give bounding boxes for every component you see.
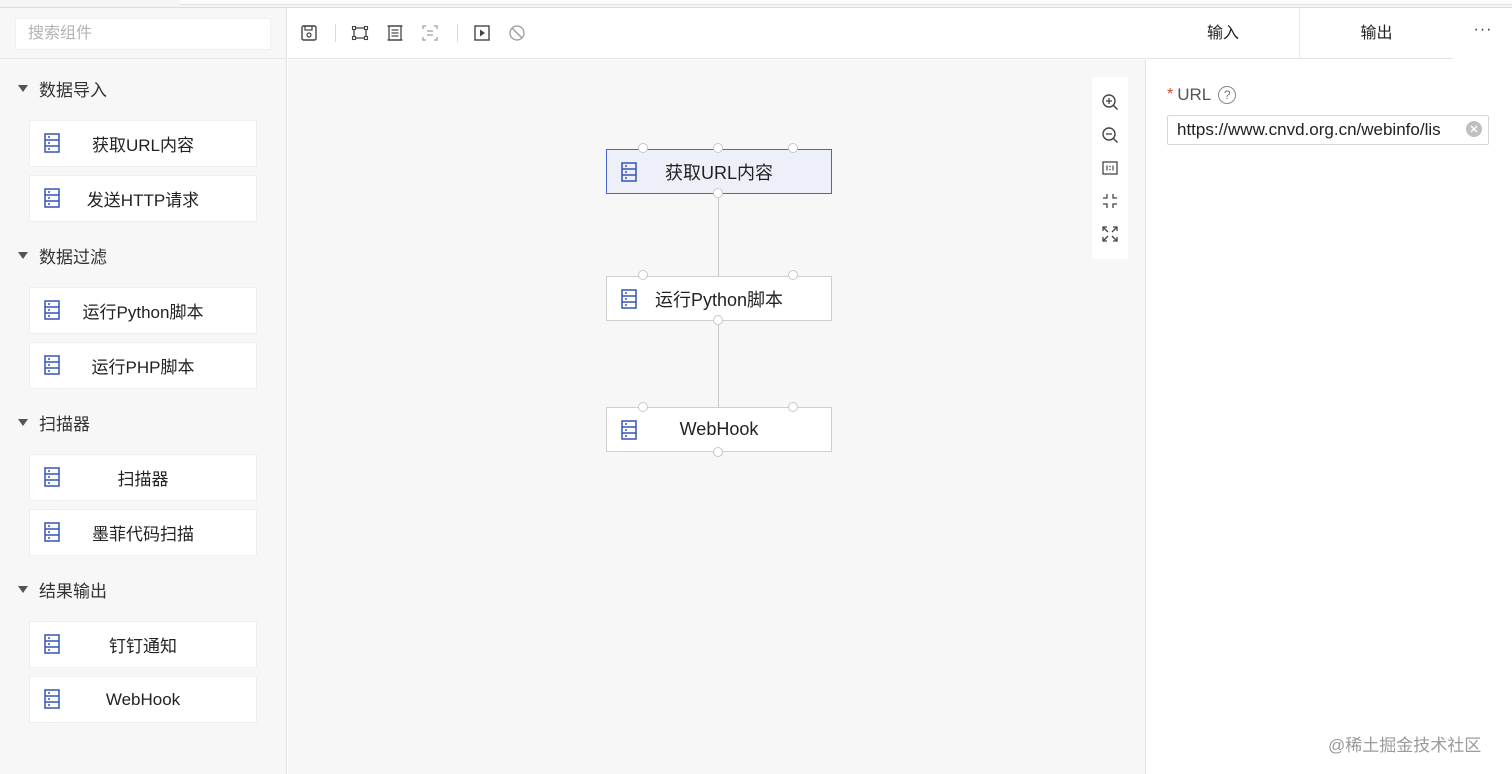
caret-down-icon [18,585,28,593]
component-label: 钉钉通知 [109,637,177,656]
node-port[interactable] [638,143,648,153]
component-run-php[interactable]: 运行PHP脚本 [30,343,256,388]
top-strip-inner [180,0,1512,5]
zoom-out-icon[interactable] [1100,125,1120,145]
list-icon [44,467,60,492]
list-icon [44,355,60,380]
toolbar-divider [335,24,336,42]
group-title: 数据导入 [39,80,107,100]
clear-input-icon[interactable] [1466,121,1482,137]
node-label: WebHook [679,419,759,439]
group-header-data-filter[interactable]: 数据过滤 [18,243,107,267]
fit-icon[interactable] [1100,191,1120,211]
page-icon[interactable] [385,23,405,43]
component-label: 获取URL内容 [91,136,194,155]
caret-down-icon [18,418,28,426]
panel-tabs: 输入 输出 [1147,8,1453,59]
node-port[interactable] [713,188,723,198]
component-scanner[interactable]: 扫描器 [30,455,256,500]
caret-down-icon [18,251,28,259]
component-webhook[interactable]: WebHook [30,677,256,722]
list-icon [621,289,637,314]
search-input[interactable]: 搜索组件 [15,18,271,50]
node-port[interactable] [638,270,648,280]
tab-input[interactable]: 输入 [1147,8,1300,59]
disable-icon[interactable] [507,23,527,43]
connection-edge [718,198,719,280]
properties-panel: 输入 输出 ··· * URL ? https://www.cnvd.org.c… [1147,8,1512,774]
caret-down-icon [18,84,28,92]
component-fetch-url[interactable]: 获取URL内容 [30,121,256,166]
zoom-controls [1092,77,1128,259]
group-header-data-import[interactable]: 数据导入 [18,76,107,100]
list-icon [621,162,637,187]
node-port[interactable] [788,270,798,280]
list-icon [44,300,60,325]
list-icon [44,188,60,213]
component-label: 扫描器 [117,470,169,489]
node-port[interactable] [713,315,723,325]
component-sidebar: 搜索组件 数据导入 获取URL内容 发送HTTP请求 数据过滤 运行Python… [0,8,287,774]
window-top-strip [0,0,1512,8]
node-port[interactable] [638,402,648,412]
help-icon[interactable]: ? [1218,86,1237,104]
group-header-scanner[interactable]: 扫描器 [18,410,90,434]
component-label: 发送HTTP请求 [86,191,200,210]
select-frame-icon[interactable] [350,23,370,43]
component-label: 墨菲代码扫描 [92,525,194,544]
zoom-in-icon[interactable] [1100,92,1120,112]
flow-canvas[interactable]: 获取URL内容 运行Python脚本 WebHook [288,60,1146,774]
list-icon [44,634,60,659]
list-icon [44,133,60,158]
group-title: 扫描器 [39,414,90,434]
node-label: 获取URL内容 [664,162,773,183]
align-icon[interactable] [420,23,440,43]
list-icon [44,522,60,547]
fullscreen-icon[interactable] [1100,224,1120,244]
component-send-http[interactable]: 发送HTTP请求 [30,176,256,221]
group-title: 结果输出 [39,581,107,601]
component-murphy-scan[interactable]: 墨菲代码扫描 [30,510,256,555]
url-input[interactable]: https://www.cnvd.org.cn/webinfo/lis [1167,115,1489,145]
actual-size-icon[interactable] [1100,158,1120,178]
group-title: 数据过滤 [39,247,107,267]
component-label: WebHook [105,689,181,709]
node-port[interactable] [713,447,723,457]
connection-edge [718,325,719,409]
editor-toolbar [288,8,1146,59]
required-mark: * [1167,86,1174,103]
component-dingtalk-notify[interactable]: 钉钉通知 [30,622,256,667]
node-port[interactable] [788,402,798,412]
list-icon [621,420,637,445]
watermark-text: @稀土掘金技术社区 [1328,736,1482,755]
run-icon[interactable] [472,23,492,43]
component-label: 运行Python脚本 [82,303,204,322]
save-icon[interactable] [299,23,319,43]
url-field-label: * URL ? [1167,84,1237,106]
node-port[interactable] [788,143,798,153]
url-label-text: URL [1177,85,1212,104]
component-label: 运行PHP脚本 [91,358,195,377]
node-label: 运行Python脚本 [654,289,784,310]
more-menu-icon[interactable]: ··· [1463,21,1503,45]
flow-node-webhook[interactable]: WebHook [606,407,832,452]
list-icon [44,689,60,714]
component-run-python[interactable]: 运行Python脚本 [30,288,256,333]
tab-output[interactable]: 输出 [1300,8,1453,59]
toolbar-divider [457,24,458,42]
search-divider [0,58,287,59]
node-port[interactable] [713,143,723,153]
group-header-result-output[interactable]: 结果输出 [18,577,107,601]
